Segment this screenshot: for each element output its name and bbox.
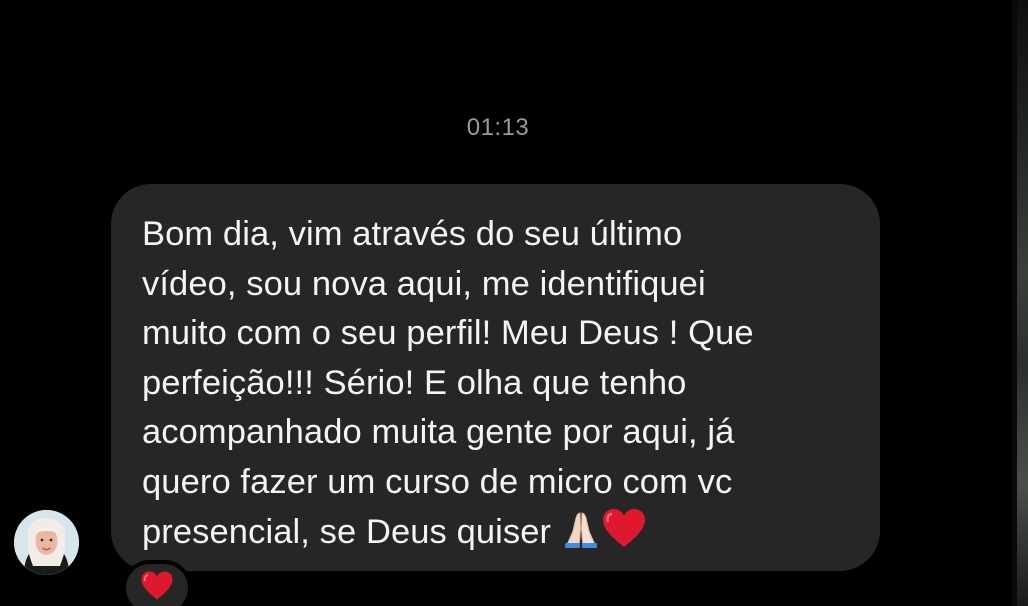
red-heart-icon <box>601 507 647 564</box>
sender-avatar[interactable] <box>14 510 79 575</box>
message-timestamp: 01:13 <box>466 114 530 141</box>
message-body: Bom dia, vim através do seu último vídeo… <box>142 215 754 551</box>
folded-hands-icon <box>561 509 601 564</box>
edge-strip <box>1012 0 1028 606</box>
message-bubble[interactable]: Bom dia, vim através do seu último vídeo… <box>111 184 880 571</box>
chat-screen: 01:13 Bom dia, vim através do seu último… <box>0 0 1028 606</box>
message-text: Bom dia, vim através do seu último vídeo… <box>142 210 860 564</box>
message-reaction[interactable] <box>122 560 192 606</box>
reaction-heart-icon <box>140 570 174 606</box>
